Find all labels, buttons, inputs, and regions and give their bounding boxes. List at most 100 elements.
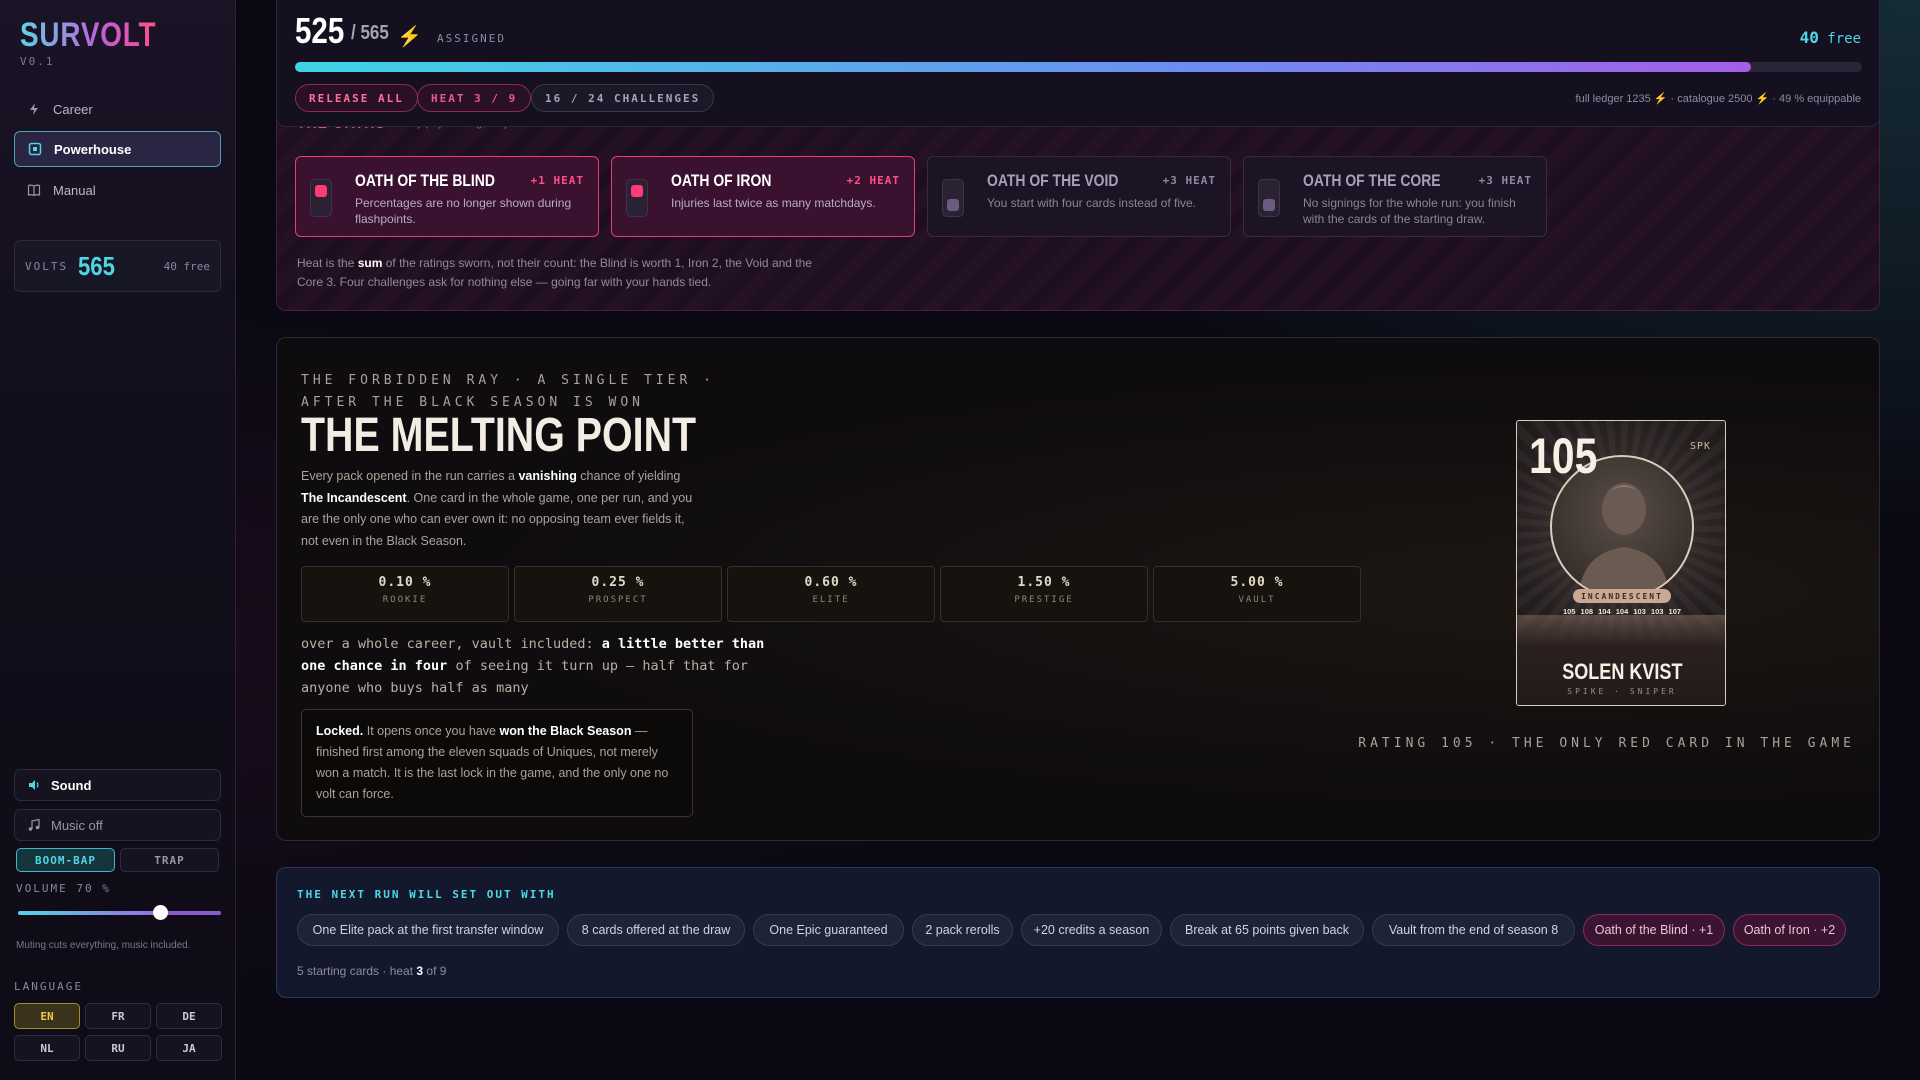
speaker-icon (29, 780, 39, 790)
next-run-chip: Oath of Iron · +2 (1733, 914, 1846, 946)
mute-note: Muting cuts everything, music included. (16, 940, 191, 951)
tier-rookie: 0.10 % ROOKIE (301, 566, 509, 622)
incandescent-card: 105 SPK INCANDESCENT 105 108 104 104 103… (1516, 420, 1726, 706)
melting-point-section: THE FORBIDDEN RAY · A SINGLE TIER · AFTE… (276, 337, 1880, 841)
free-volts-word: free (1827, 31, 1861, 47)
language-label: LANGUAGE (14, 980, 83, 993)
nav-manual[interactable]: Manual (14, 172, 221, 208)
volts-label: VOLTS (25, 259, 69, 273)
melt-intro-a: Every pack opened in the run carries a (301, 469, 519, 483)
release-all-button[interactable]: RELEASE ALL (295, 84, 418, 112)
next-run-chip: +20 credits a season (1021, 914, 1162, 946)
next-run-footer: 5 starting cards · heat 3 of 9 (297, 964, 446, 978)
style-trap[interactable]: TRAP (120, 848, 219, 872)
tier-name: PRESTIGE (1014, 595, 1074, 605)
oath-description: Percentages are no longer shown during f… (355, 196, 572, 226)
oath-card[interactable]: OATH OF THE CORE +3 HEAT No signings for t… (1243, 156, 1547, 237)
card-name-text: SOLEN KVIST (1561, 659, 1683, 684)
language-option-ja[interactable]: JA (156, 1035, 222, 1061)
oath-toggle-knob (947, 199, 959, 211)
card-name: SOLEN KVIST (1517, 659, 1725, 685)
oath-toggle[interactable] (942, 179, 964, 217)
volume-label: VOLUME 70 % (16, 882, 111, 895)
tier-elite: 0.60 % ELITE (727, 566, 935, 622)
next-run-chip: Oath of the Blind · +1 (1583, 914, 1725, 946)
oath-toggle-knob (631, 185, 643, 197)
bolt-icon (30, 103, 38, 115)
ledger-summary: full ledger 1235 ⚡ · catalogue 2500 ⚡ · … (1575, 93, 1861, 105)
next-run-section: THE NEXT RUN WILL SET OUT WITH One Elite… (276, 867, 1880, 998)
oath-name: OATH OF THE VOID (987, 171, 1119, 190)
next-run-chip: One Epic guaranteed (753, 914, 904, 946)
oath-toggle[interactable] (626, 179, 648, 217)
next-run-chip: Break at 65 points given back (1170, 914, 1364, 946)
book-icon (27, 184, 41, 197)
melt-intro-b: vanishing (518, 469, 577, 483)
tier-name: VAULT (1238, 595, 1276, 605)
rating-note: RATING 105 · THE ONLY RED CARD IN THE GA… (1358, 736, 1855, 751)
heat-badge: HEAT 3 / 9 (417, 84, 532, 112)
locked-b: It opens once you have (363, 724, 500, 738)
volume-slider[interactable] (18, 905, 221, 920)
oath-toggle[interactable] (1258, 179, 1280, 217)
language-option-nl[interactable]: NL (14, 1035, 80, 1061)
volts-free: 40 free (163, 259, 210, 273)
music-label: Music off (51, 817, 103, 833)
volume-knob[interactable] (153, 905, 168, 920)
oath-card[interactable]: OATH OF THE BLIND +1 HEAT Percentages are … (295, 156, 599, 237)
tier-vault: 5.00 % VAULT (1153, 566, 1361, 622)
heat-note: Heat is the sum of the ratings sworn, no… (297, 254, 837, 292)
oath-heat: +3 HEAT (1162, 174, 1216, 187)
language-option-ru[interactable]: RU (85, 1035, 151, 1061)
oath-toggle[interactable] (310, 179, 332, 217)
oath-description: No signings for the whole run: you finis… (1303, 196, 1516, 226)
volume-fill (18, 911, 160, 915)
next-foot-a: 5 starting cards · heat (297, 964, 417, 978)
oath-toggle-knob (315, 185, 327, 197)
sound-button[interactable]: Sound (14, 769, 221, 801)
next-run-chip: 2 pack rerolls (912, 914, 1013, 946)
style-boom-bap[interactable]: BOOM-BAP (16, 848, 115, 872)
language-option-en[interactable]: EN (14, 1003, 80, 1029)
tier-chance: 0.25 % (591, 575, 645, 590)
next-run-title: THE NEXT RUN WILL SET OUT WITH (297, 888, 556, 901)
heat-note-sum: sum (357, 256, 383, 270)
career-odds: over a whole career, vault included: a l… (301, 633, 781, 699)
melt-intro: Every pack opened in the run carries a v… (301, 466, 701, 552)
free-volts: 40 free (1800, 28, 1861, 47)
career-odds-a: over a whole career, vault included: (301, 636, 602, 652)
assigned-count: 525 (295, 10, 345, 51)
melt-intro-c: chance of yielding (576, 469, 681, 483)
card-badge: INCANDESCENT (1573, 589, 1671, 603)
assigned-total: / 565 (351, 22, 389, 44)
locked-notice: Locked. It opens once you have won the B… (301, 709, 693, 817)
tier-chance: 1.50 % (1017, 575, 1071, 590)
tier-chance: 0.10 % (378, 575, 432, 590)
free-volts-num: 40 (1799, 28, 1819, 47)
oath-name: OATH OF THE CORE (1303, 171, 1441, 190)
melt-title: THE MELTING POINT (301, 409, 697, 462)
oath-heat: +1 HEAT (530, 174, 584, 187)
volume-rest (160, 911, 221, 915)
tier-prestige: 1.50 % PRESTIGE (940, 566, 1148, 622)
assigned-progress-bar (295, 62, 1862, 72)
tier-chance: 5.00 % (1230, 575, 1284, 590)
nav-career[interactable]: Career (14, 91, 221, 127)
locked-title: Locked. (316, 724, 364, 738)
melt-intro-d: The Incandescent (301, 490, 407, 505)
language-option-fr[interactable]: FR (85, 1003, 151, 1029)
nav-powerhouse[interactable]: Powerhouse (14, 131, 221, 167)
music-button[interactable]: Music off (14, 809, 221, 841)
oath-card[interactable]: OATH OF THE VOID +3 HEAT You start with fo… (927, 156, 1231, 237)
oath-card[interactable]: OATH OF IRON +2 HEAT Injuries last twice a… (611, 156, 915, 237)
next-run-chip: Vault from the end of season 8 (1372, 914, 1575, 946)
challenges-badge[interactable]: 16 / 24 CHALLENGES (531, 84, 715, 112)
sound-label: Sound (51, 777, 92, 793)
language-option-de[interactable]: DE (156, 1003, 222, 1029)
oath-description: You start with four cards instead of fiv… (987, 196, 1196, 210)
tier-name: ELITE (812, 595, 850, 605)
nav-manual-label: Manual (53, 182, 96, 198)
volts-value: 565 (78, 250, 116, 281)
square-icon (28, 142, 42, 156)
card-rating: 105 (1529, 428, 1598, 484)
